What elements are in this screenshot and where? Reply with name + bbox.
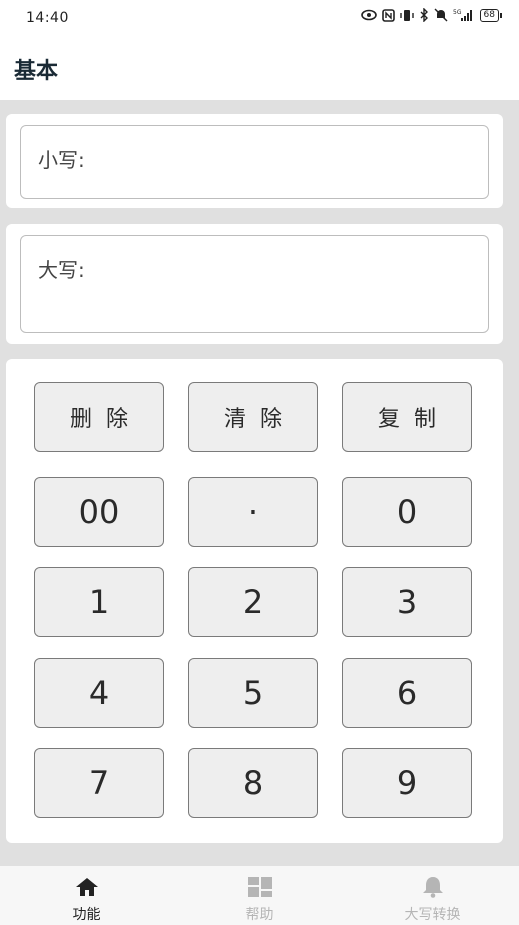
nav-item-help[interactable]: 帮助: [173, 866, 346, 925]
key-0[interactable]: 0: [342, 477, 472, 547]
eye-icon: [360, 9, 377, 21]
key-dot[interactable]: ·: [188, 477, 318, 547]
uppercase-output: 大写:: [20, 235, 489, 333]
status-time: 14:40: [26, 10, 69, 26]
status-icons: 5G 68: [360, 8, 503, 22]
svg-text:5G: 5G: [453, 9, 462, 16]
lowercase-label: 小写:: [38, 148, 85, 172]
signal-5g-icon: 5G: [453, 9, 472, 21]
keypad: 删除 清除 复制 00 · 0 1 2 3 4 5 6 7 8 9: [6, 359, 503, 843]
key-5[interactable]: 5: [188, 658, 318, 728]
nav-label-function: 功能: [72, 907, 101, 923]
nav-label-uppercase-convert: 大写转换: [404, 907, 461, 923]
status-bar: 14:40 5G 68: [0, 0, 519, 38]
key-6[interactable]: 6: [342, 658, 472, 728]
uppercase-card: 大写:: [6, 224, 503, 344]
key-1[interactable]: 1: [34, 567, 164, 637]
mute-icon: [434, 8, 448, 22]
copy-button[interactable]: 复制: [342, 382, 472, 452]
nav-label-help: 帮助: [245, 907, 274, 923]
key-00[interactable]: 00: [34, 477, 164, 547]
bluetooth-icon: [420, 8, 428, 22]
delete-button[interactable]: 删除: [34, 382, 164, 452]
key-9[interactable]: 9: [342, 748, 472, 818]
key-7[interactable]: 7: [34, 748, 164, 818]
home-icon: [75, 878, 98, 896]
grid-icon: [247, 877, 272, 897]
bell-icon: [422, 877, 443, 898]
bottom-nav: 功能 帮助 大写转换: [0, 866, 519, 925]
app-bar: 基本: [0, 38, 519, 100]
key-8[interactable]: 8: [188, 748, 318, 818]
nfc-icon: [381, 8, 395, 22]
vibrate-icon: [399, 9, 414, 21]
clear-button[interactable]: 清除: [188, 382, 318, 452]
lowercase-card: 小写:: [6, 114, 503, 208]
nav-item-uppercase-convert[interactable]: 大写转换: [346, 866, 519, 925]
battery-indicator: 68: [479, 8, 503, 22]
lowercase-input[interactable]: 小写:: [20, 125, 489, 199]
nav-item-function[interactable]: 功能: [0, 866, 173, 925]
key-4[interactable]: 4: [34, 658, 164, 728]
page-title: 基本: [14, 59, 59, 84]
key-2[interactable]: 2: [188, 567, 318, 637]
uppercase-label: 大写:: [38, 258, 85, 282]
key-3[interactable]: 3: [342, 567, 472, 637]
